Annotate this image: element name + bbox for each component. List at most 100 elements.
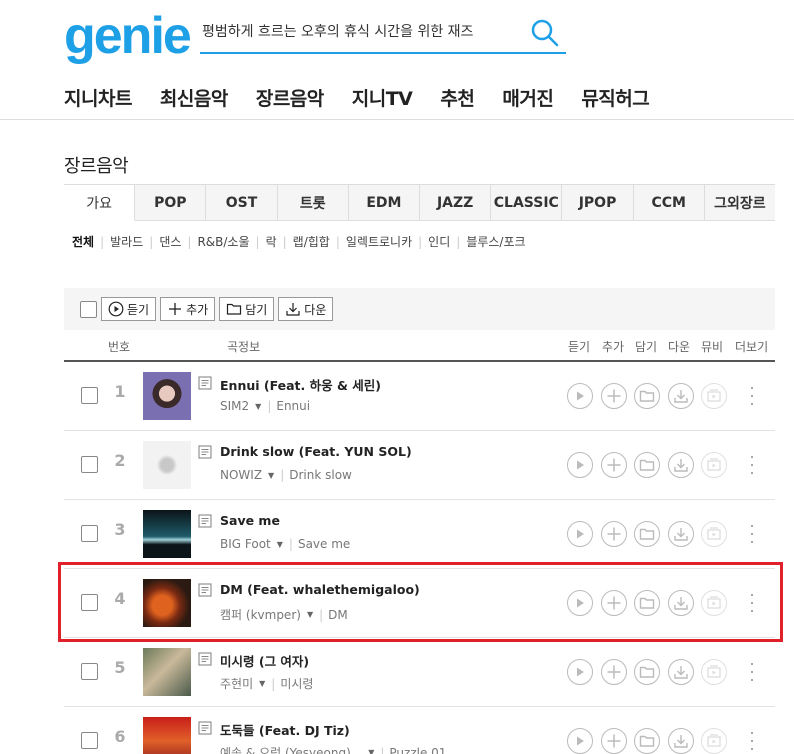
sub-genre-electronica[interactable]: 일렉트로니카 <box>346 233 412 250</box>
song-title[interactable]: 미시령 (그 여자) <box>220 651 309 670</box>
sub-genre-indie[interactable]: 인디 <box>428 233 450 250</box>
more-options-icon[interactable] <box>748 384 756 408</box>
song-artist[interactable]: 예송 & 으렁 (Yesyeong)... <box>220 744 362 754</box>
song-info-icon[interactable] <box>198 376 212 390</box>
song-album[interactable]: Save me <box>298 537 350 551</box>
tab-ccm[interactable]: CCM <box>634 185 705 220</box>
add-button[interactable] <box>600 590 627 616</box>
download-button[interactable] <box>667 452 694 478</box>
album-cover[interactable] <box>143 441 191 489</box>
album-cover[interactable] <box>143 510 191 558</box>
nav-chart[interactable]: 지니차트 <box>64 84 132 111</box>
song-info-icon[interactable] <box>198 583 212 597</box>
song-checkbox[interactable] <box>81 387 98 404</box>
download-button[interactable] <box>667 659 694 685</box>
tab-kpop[interactable]: 가요 <box>64 185 136 221</box>
album-cover[interactable] <box>143 372 191 420</box>
download-selected-button[interactable]: 다운 <box>278 297 334 321</box>
music-video-button[interactable] <box>701 383 727 409</box>
save-button[interactable] <box>634 659 660 685</box>
song-checkbox[interactable] <box>81 732 98 749</box>
song-title[interactable]: Save me <box>220 513 280 528</box>
sub-genre-rock[interactable]: 락 <box>266 233 277 250</box>
play-button[interactable] <box>567 728 593 754</box>
tab-jazz[interactable]: JAZZ <box>420 185 492 220</box>
music-video-button[interactable] <box>701 659 727 685</box>
genie-logo[interactable]: genie <box>64 10 192 62</box>
album-cover[interactable] <box>143 648 191 696</box>
artist-dropdown-icon[interactable]: ▼ <box>255 402 261 411</box>
search-input[interactable] <box>200 16 520 48</box>
save-button[interactable] <box>634 590 660 616</box>
song-album[interactable]: Drink slow <box>289 468 352 482</box>
save-button[interactable] <box>634 728 660 754</box>
more-options-icon[interactable] <box>748 453 756 477</box>
song-title[interactable]: Drink slow (Feat. YUN SOL) <box>220 444 412 459</box>
song-info-icon[interactable] <box>198 652 212 666</box>
artist-dropdown-icon[interactable]: ▼ <box>368 748 374 754</box>
music-video-button[interactable] <box>701 728 727 754</box>
nav-recommend[interactable]: 추천 <box>440 84 474 111</box>
artist-dropdown-icon[interactable]: ▼ <box>268 471 274 480</box>
play-button[interactable] <box>567 383 593 409</box>
nav-magazine[interactable]: 매거진 <box>502 84 553 111</box>
nav-music-hug[interactable]: 뮤직허그 <box>581 84 649 111</box>
add-button[interactable] <box>600 728 627 754</box>
song-album[interactable]: 미시령 <box>280 675 313 692</box>
sub-genre-ballad[interactable]: 발라드 <box>110 233 143 250</box>
song-info-icon[interactable] <box>198 721 212 735</box>
song-info-icon[interactable] <box>198 445 212 459</box>
save-button[interactable] <box>634 452 660 478</box>
more-options-icon[interactable] <box>748 729 756 753</box>
add-button[interactable] <box>600 383 627 409</box>
play-button[interactable] <box>567 590 593 616</box>
album-cover[interactable] <box>143 579 191 627</box>
more-options-icon[interactable] <box>748 660 756 684</box>
tab-ost[interactable]: OST <box>206 185 278 220</box>
sub-genre-dance[interactable]: 댄스 <box>159 233 181 250</box>
music-video-button[interactable] <box>701 521 727 547</box>
tab-pop[interactable]: POP <box>135 185 207 220</box>
song-checkbox[interactable] <box>81 456 98 473</box>
download-button[interactable] <box>667 383 694 409</box>
download-button[interactable] <box>667 521 694 547</box>
song-album[interactable]: Puzzle 01 <box>389 746 446 754</box>
more-options-icon[interactable] <box>748 522 756 546</box>
sub-genre-rnb[interactable]: R&B/소울 <box>197 233 249 250</box>
song-album[interactable]: DM <box>328 608 348 622</box>
song-album[interactable]: Ennui <box>276 399 310 413</box>
nav-genie-tv[interactable]: 지니TV <box>352 84 413 111</box>
add-button[interactable] <box>600 452 627 478</box>
song-checkbox[interactable] <box>81 525 98 542</box>
save-selected-button[interactable]: 담기 <box>219 297 275 321</box>
artist-dropdown-icon[interactable]: ▼ <box>307 610 313 619</box>
save-button[interactable] <box>634 383 660 409</box>
song-title[interactable]: Ennui (Feat. 하웅 & 세린) <box>220 375 381 394</box>
artist-dropdown-icon[interactable]: ▼ <box>277 540 283 549</box>
add-selected-button[interactable]: 추가 <box>160 297 216 321</box>
song-artist[interactable]: 캠퍼 (kvmper) <box>220 606 301 623</box>
song-title[interactable]: DM (Feat. whalethemigaloo) <box>220 582 420 597</box>
tab-edm[interactable]: EDM <box>349 185 421 220</box>
more-options-icon[interactable] <box>748 591 756 615</box>
song-artist[interactable]: NOWIZ <box>220 468 262 482</box>
music-video-button[interactable] <box>701 452 727 478</box>
tab-jpop[interactable]: JPOP <box>562 185 634 220</box>
tab-other-genres[interactable]: 그외장르 <box>705 185 775 220</box>
add-button[interactable] <box>600 521 627 547</box>
song-checkbox[interactable] <box>81 594 98 611</box>
listen-selected-button[interactable]: 듣기 <box>101 297 157 321</box>
select-all-checkbox[interactable] <box>80 300 97 318</box>
album-cover[interactable] <box>143 717 191 754</box>
nav-genre-music[interactable]: 장르음악 <box>256 84 324 111</box>
song-title[interactable]: 도둑들 (Feat. DJ Tiz) <box>220 720 350 739</box>
tab-trot[interactable]: 트롯 <box>278 185 349 220</box>
nav-new-music[interactable]: 최신음악 <box>160 84 228 111</box>
save-button[interactable] <box>634 521 660 547</box>
play-button[interactable] <box>567 452 593 478</box>
play-button[interactable] <box>567 659 593 685</box>
song-artist[interactable]: SIM2 <box>220 399 249 413</box>
sub-genre-blues-folk[interactable]: 블루스/포크 <box>466 233 525 250</box>
add-button[interactable] <box>600 659 627 685</box>
tab-classic[interactable]: CLASSIC <box>491 185 563 220</box>
